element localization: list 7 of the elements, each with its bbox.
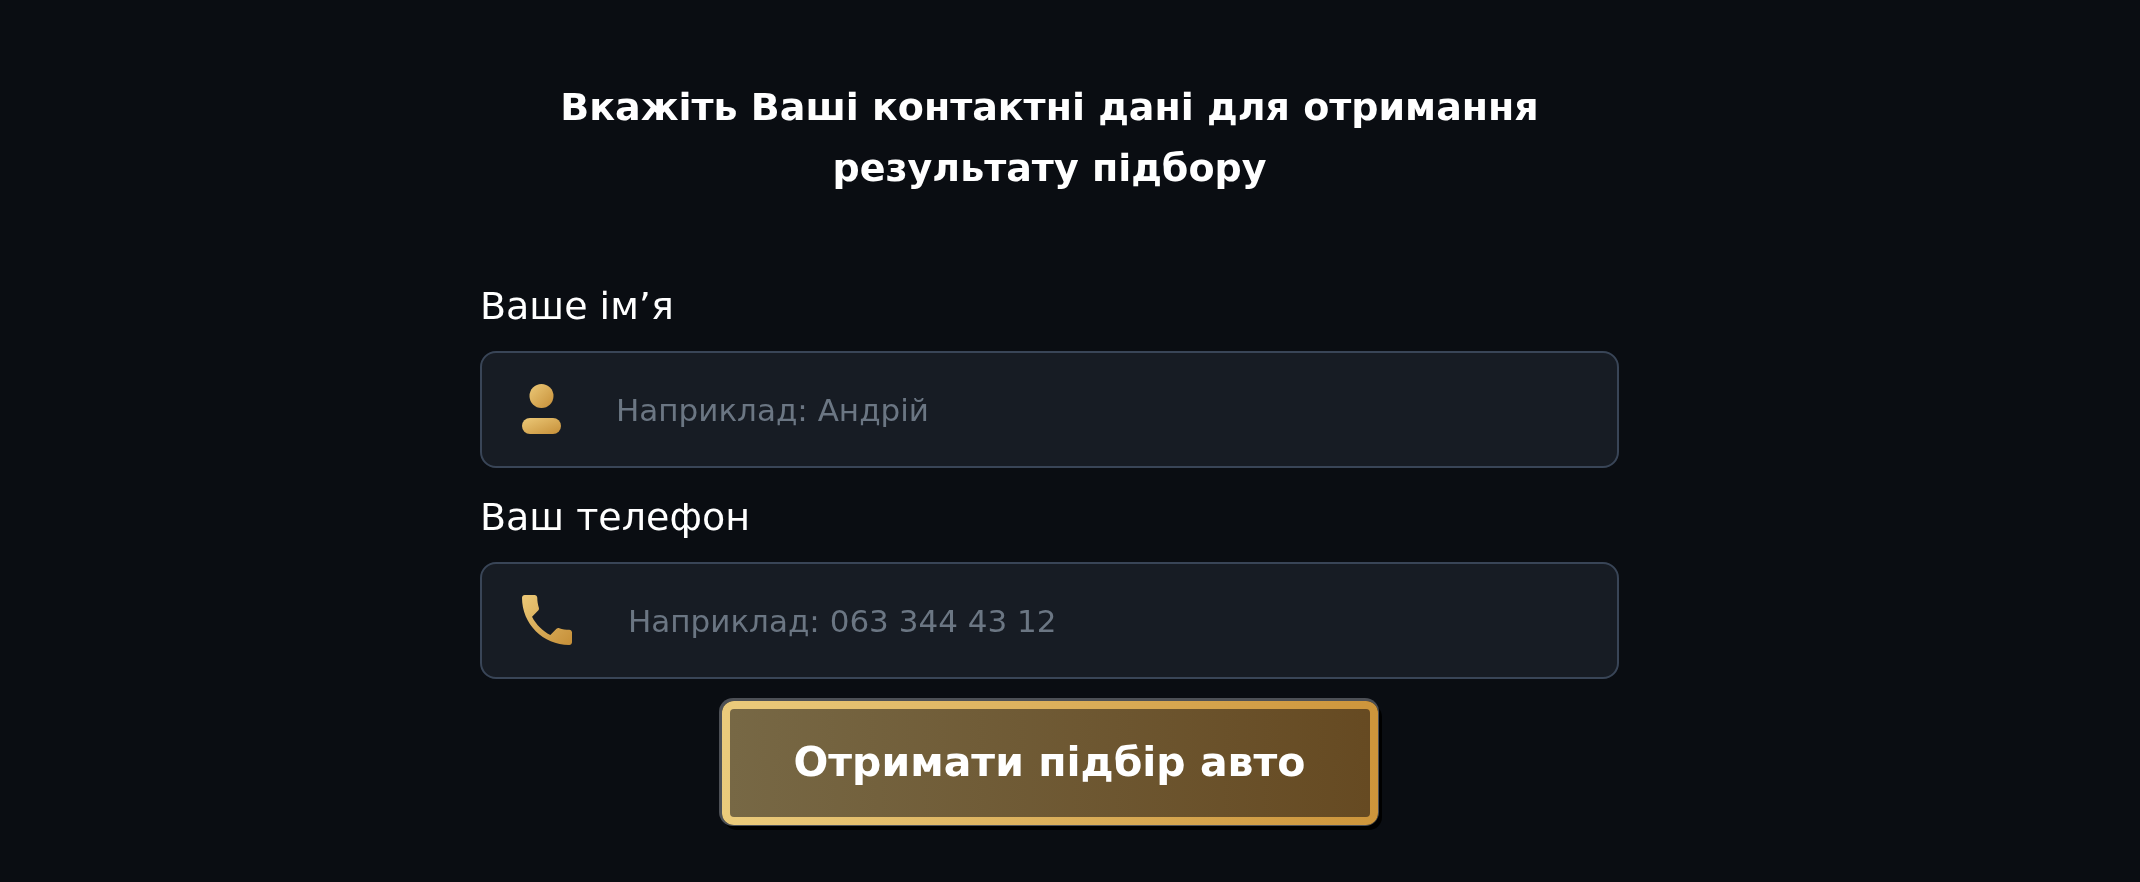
user-icon — [522, 384, 561, 434]
field-label: Ваше ім’я — [480, 284, 674, 328]
form-heading: Вкажіть Ваші контактні дані для отримання результату підбору — [559, 84, 1540, 192]
phone-icon — [522, 595, 572, 645]
input-field[interactable]: Наприклад: 063 344 43 12 — [480, 562, 1619, 679]
field-label: Ваш телефон — [480, 495, 750, 539]
input-field[interactable]: Наприклад: Андрій — [480, 351, 1619, 468]
